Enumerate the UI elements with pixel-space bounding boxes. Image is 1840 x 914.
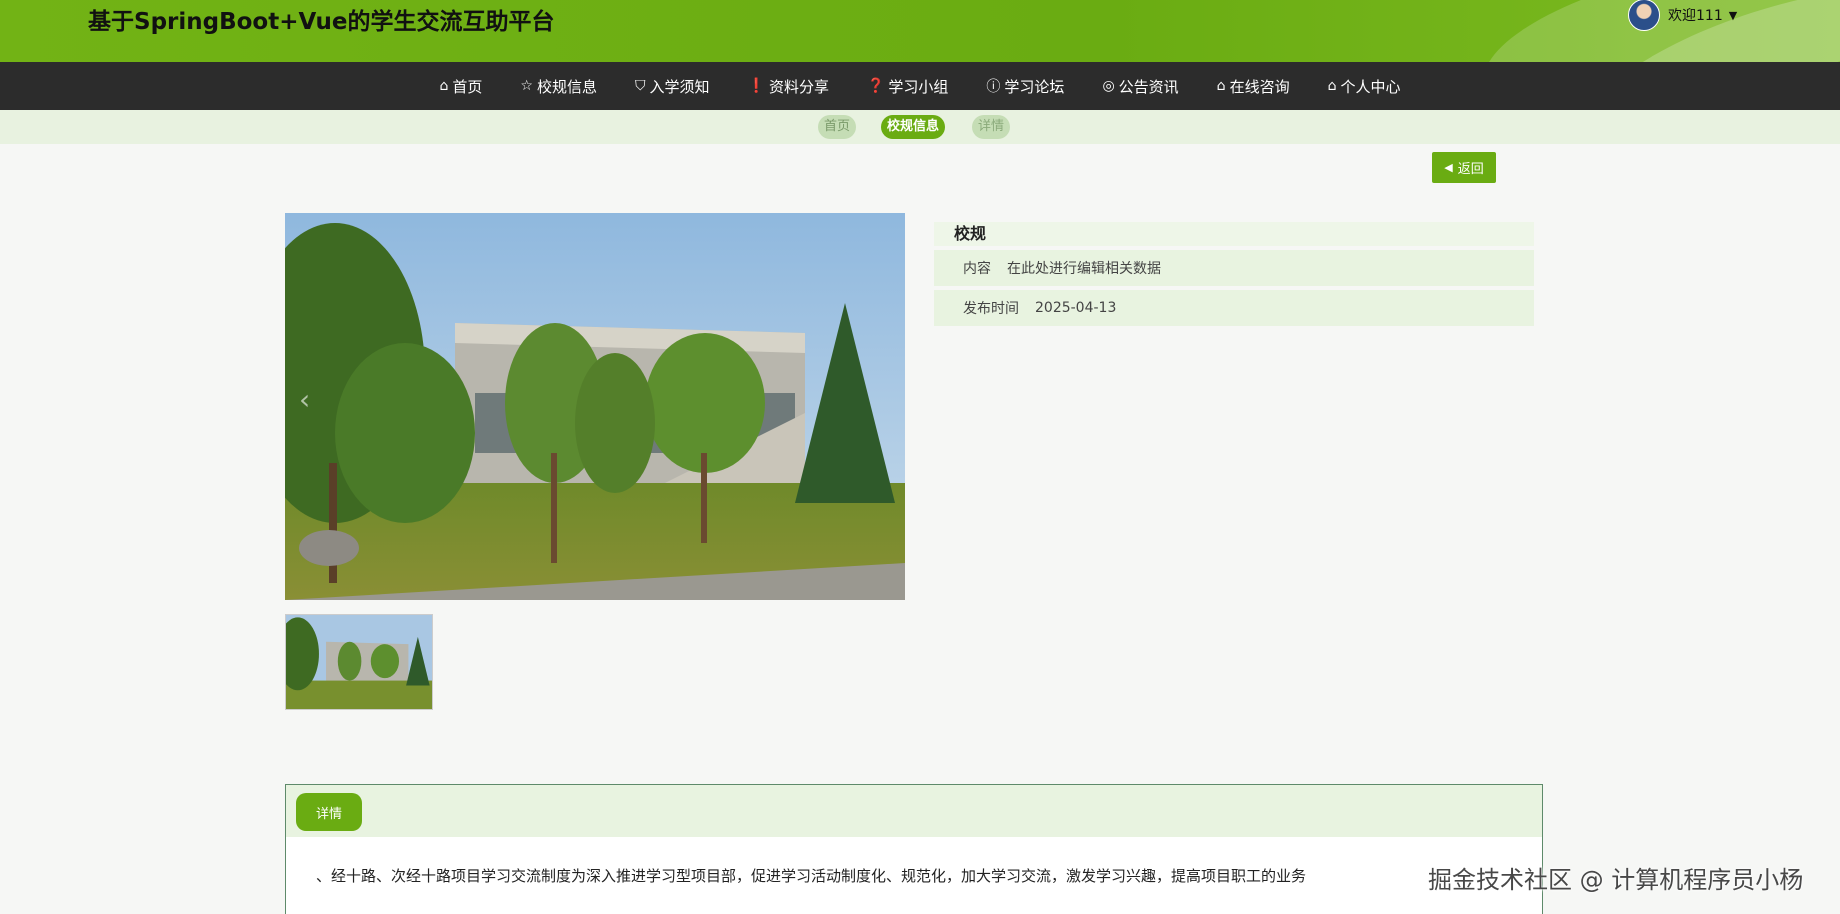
detail-header: 详情	[286, 785, 1542, 837]
nav-item-home[interactable]: ⌂ 首页	[440, 76, 483, 97]
nav-item-rules[interactable]: ☆ 校规信息	[520, 76, 597, 97]
nav-item-forum[interactable]: ⓘ 学习论坛	[986, 76, 1064, 97]
breadcrumb-current[interactable]: 校规信息	[881, 115, 946, 139]
home-icon: ⌂	[439, 78, 449, 94]
info-icon: ❗	[747, 78, 765, 94]
nav-item-label: 公告资讯	[1118, 77, 1179, 96]
tab-detail[interactable]: 详情	[296, 793, 362, 831]
nav-item-label: 在线咨询	[1229, 77, 1290, 96]
back-button-label: 返回	[1457, 162, 1484, 177]
nav-item-label: 学习小组	[888, 77, 949, 96]
caret-down-icon[interactable]: ▼	[1729, 9, 1737, 22]
nav-item-news[interactable]: ◎ 公告资讯	[1102, 76, 1178, 97]
caret-left-icon: ◀	[1444, 161, 1453, 174]
nav-item-label: 资料分享	[768, 77, 829, 96]
target-icon: ◎	[1102, 78, 1115, 94]
home-icon: ⌂	[1327, 78, 1337, 94]
star-icon: ☆	[520, 78, 533, 94]
content-value: 在此处进行编辑相关数据	[1007, 261, 1161, 277]
nav-item-resources[interactable]: ❗ 资料分享	[748, 76, 829, 97]
content-label: 内容	[963, 261, 991, 277]
bag-icon: ⛉	[635, 78, 646, 94]
detail-section: 详情 、经十路、次经十路项目学习交流制度为深入推进学习型项目部，促进学习活动制度…	[285, 784, 1543, 914]
home-icon: ⌂	[1216, 78, 1226, 94]
nav-item-label: 入学须知	[649, 77, 710, 96]
back-button[interactable]: ◀ 返回	[1432, 152, 1496, 183]
content-row: 内容 在此处进行编辑相关数据	[934, 250, 1534, 286]
site-title: 基于SpringBoot+Vue的学生交流互助平台	[88, 9, 555, 35]
info-title: 校规	[934, 222, 1534, 246]
question-icon: ❓	[866, 78, 885, 94]
welcome-text[interactable]: 欢迎111	[1668, 5, 1723, 25]
main-nav: ⌂ 首页 ☆ 校规信息 ⛉ 入学须知 ❗ 资料分享 ❓ 学习小组 ⓘ 学习论坛 …	[0, 62, 1840, 110]
publish-date-row: 发布时间 2025-04-13	[934, 290, 1534, 326]
nav-item-study-group[interactable]: ❓ 学习小组	[867, 76, 948, 97]
publish-date-value: 2025-04-13	[1035, 300, 1117, 316]
breadcrumb-home[interactable]: 首页	[818, 115, 857, 139]
nav-item-label: 个人中心	[1340, 77, 1401, 96]
detail-text: 、经十路、次经十路项目学习交流制度为深入推进学习型项目部，促进学习活动制度化、规…	[316, 867, 1307, 885]
info-icon: ⓘ	[986, 79, 1001, 95]
campus-photo	[285, 213, 905, 600]
avatar[interactable]	[1628, 0, 1660, 31]
breadcrumb-detail: 详情	[972, 115, 1011, 139]
nav-item-label: 学习论坛	[1004, 77, 1065, 96]
site-header: 基于SpringBoot+Vue的学生交流互助平台 欢迎111 ▼	[0, 0, 1840, 62]
breadcrumb: 首页 校规信息 详情	[0, 110, 1840, 144]
nav-item-admission[interactable]: ⛉ 入学须知	[635, 76, 710, 97]
watermark: 掘金技术社区 @ 计算机程序员小杨	[1428, 866, 1804, 894]
nav-item-profile[interactable]: ⌂ 个人中心	[1328, 76, 1401, 97]
campus-thumbnail	[286, 615, 432, 709]
user-menu[interactable]: 欢迎111 ▼	[1628, 0, 1737, 31]
chevron-left-icon[interactable]: ‹	[299, 383, 310, 416]
info-panel: 校规 内容 在此处进行编辑相关数据 发布时间 2025-04-13	[934, 222, 1534, 326]
thumbnail-image[interactable]	[285, 614, 433, 710]
nav-item-consult[interactable]: ⌂ 在线咨询	[1217, 76, 1290, 97]
nav-item-label: 首页	[452, 77, 483, 96]
nav-item-label: 校规信息	[536, 77, 597, 96]
main-image[interactable]: ‹	[285, 213, 905, 600]
publish-date-label: 发布时间	[963, 301, 1019, 317]
